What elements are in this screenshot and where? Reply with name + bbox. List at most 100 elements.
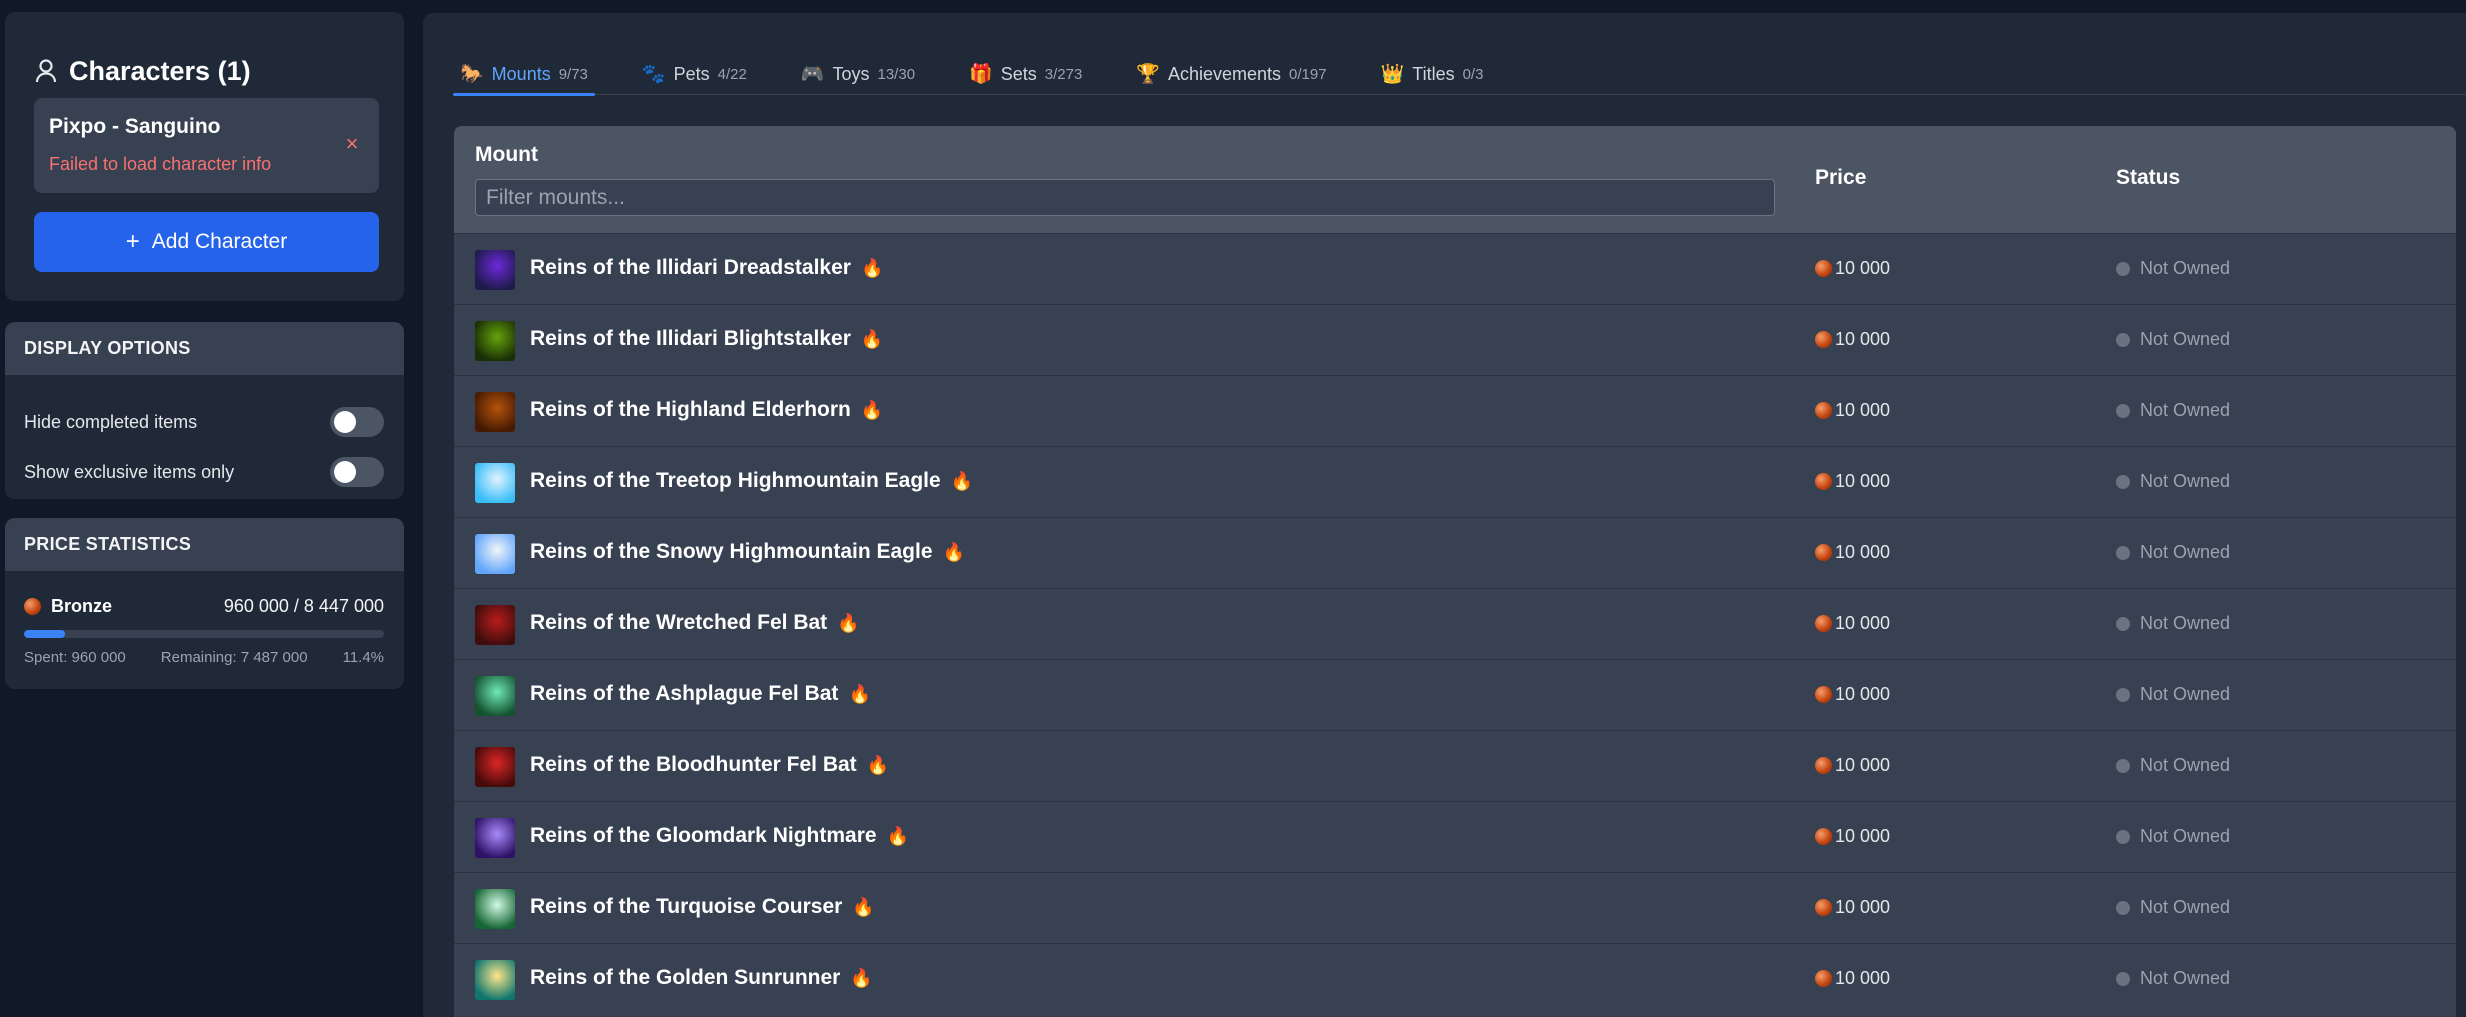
flame-icon: 🔥 bbox=[886, 826, 909, 846]
status-dot-icon bbox=[2116, 332, 2130, 347]
main-content: 🐎 Mounts 9/73 🐾 Pets 4/22 🎮 Toys 13/30 🎁 Sets 3/273… bbox=[423, 13, 2466, 1017]
bronze-coin-icon bbox=[24, 598, 41, 615]
mount-status: Not Owned bbox=[2140, 400, 2231, 420]
bronze-progress-bar bbox=[24, 630, 384, 638]
table-row[interactable]: Reins of the Turquoise Courser 🔥 10 000 Not… bbox=[454, 872, 2456, 943]
mount-price: 10 000 bbox=[1835, 755, 1891, 775]
flame-icon: 🔥 bbox=[837, 613, 860, 633]
mount-name: Reins of the Ashplague Fel Bat bbox=[530, 682, 839, 705]
mount-name: Reins of the Golden Sunrunner bbox=[530, 966, 841, 989]
tab-label: Toys bbox=[832, 63, 870, 84]
bronze-coin-icon bbox=[1815, 473, 1832, 490]
characters-header: Characters (1) bbox=[35, 54, 251, 88]
bronze-coin-icon bbox=[1815, 615, 1832, 632]
status-dot-icon bbox=[2116, 403, 2130, 418]
tab-label: Achievements bbox=[1167, 63, 1282, 84]
mount-price: 10 000 bbox=[1835, 471, 1891, 491]
flame-icon: 🔥 bbox=[848, 684, 871, 704]
mount-thumbnail-image bbox=[475, 463, 515, 503]
mount-name: Reins of the Illidari Blightstalker bbox=[530, 327, 851, 350]
characters-panel: Characters (1) Pixpo - Sanguino Failed t… bbox=[5, 12, 404, 301]
table-row[interactable]: Reins of the Treetop Highmountain Eagle 🔥… bbox=[454, 446, 2456, 517]
mount-thumbnail-image bbox=[475, 250, 515, 290]
mount-thumbnail-image bbox=[475, 747, 515, 787]
flame-icon: 🔥 bbox=[860, 329, 884, 349]
remove-character-close-icon[interactable]: × bbox=[339, 131, 365, 157]
bronze-coin-icon bbox=[1815, 331, 1832, 348]
user-icon bbox=[35, 58, 57, 84]
table-row[interactable]: Reins of the Golden Sunrunner 🔥 10 000 Not … bbox=[454, 943, 2456, 1014]
mount-price: 10 000 bbox=[1835, 684, 1891, 704]
mount-status: Not Owned bbox=[2140, 542, 2231, 562]
tab-pets[interactable]: 🐾 Pets 4/22 bbox=[635, 53, 754, 95]
tab-achievements[interactable]: 🏆 Achievements 0/197 bbox=[1129, 53, 1333, 95]
tab-label: Mounts bbox=[491, 63, 551, 84]
trophy-icon: 🏆 bbox=[1136, 63, 1160, 85]
mount-price: 10 000 bbox=[1835, 897, 1891, 917]
bronze-stats: Spent: 960 000 Remaining: 7 487 000 11.4… bbox=[24, 649, 384, 666]
tab-count: 0/3 bbox=[1462, 65, 1484, 83]
add-character-button[interactable]: + Add Character bbox=[34, 212, 379, 272]
column-header-mount: Mount bbox=[475, 143, 538, 166]
bronze-coin-icon bbox=[1815, 686, 1832, 703]
table-body: Reins of the Illidari Dreadstalker 🔥 10 00… bbox=[454, 233, 2456, 1014]
status-dot-icon bbox=[2116, 545, 2130, 560]
status-dot-icon bbox=[2116, 687, 2130, 702]
bronze-total-value: 960 000 / 8 447 000 bbox=[223, 596, 384, 616]
price-statistics-panel: PRICE STATISTICS Bronze 960 000 / 8 447 … bbox=[5, 518, 404, 689]
mount-price: 10 000 bbox=[1835, 258, 1891, 278]
crown-icon: 👑 bbox=[1380, 63, 1405, 85]
bronze-summary: Bronze 960 000 / 8 447 000 bbox=[24, 596, 384, 617]
option-exclusive-only: Show exclusive items only bbox=[24, 456, 384, 488]
table-row[interactable]: Reins of the Bloodhunter Fel Bat 🔥 10 000 N… bbox=[454, 730, 2456, 801]
mount-thumbnail-image bbox=[475, 818, 515, 858]
mount-price: 10 000 bbox=[1835, 826, 1891, 846]
spent-text: Spent: 960 000 bbox=[24, 649, 126, 666]
display-options-panel: DISPLAY OPTIONS Hide completed items Sho… bbox=[5, 322, 404, 499]
mount-name: Reins of the Illidari Dreadstalker bbox=[530, 256, 851, 279]
bronze-progress-fill bbox=[24, 630, 66, 638]
character-card[interactable]: Pixpo - Sanguino Failed to load characte… bbox=[34, 98, 379, 193]
mount-name: Reins of the Gloomdark Nightmare bbox=[530, 824, 877, 847]
sidebar: Characters (1) Pixpo - Sanguino Failed t… bbox=[0, 0, 410, 1017]
table-row[interactable]: Reins of the Wretched Fel Bat 🔥 10 000 Not … bbox=[454, 588, 2456, 659]
status-dot-icon bbox=[2116, 474, 2130, 489]
table-row[interactable]: Reins of the Gloomdark Nightmare 🔥 10 000 N… bbox=[454, 801, 2456, 872]
status-dot-icon bbox=[2116, 971, 2130, 986]
mount-status: Not Owned bbox=[2140, 968, 2231, 988]
tab-count: 13/30 bbox=[877, 65, 916, 83]
table-row[interactable]: Reins of the Ashplague Fel Bat 🔥 10 000 Not… bbox=[454, 659, 2456, 730]
status-dot-icon bbox=[2116, 829, 2130, 844]
tab-titles[interactable]: 👑 Titles 0/3 bbox=[1374, 53, 1491, 95]
mount-status: Not Owned bbox=[2140, 258, 2231, 278]
mount-thumbnail-image bbox=[475, 960, 515, 1000]
table-row[interactable]: Reins of the Illidari Blightstalker 🔥 10 0… bbox=[454, 304, 2456, 375]
mount-thumbnail-image bbox=[475, 321, 515, 361]
gamepad-icon: 🎮 bbox=[800, 63, 825, 85]
tab-count: 3/273 bbox=[1044, 65, 1083, 83]
collection-tabs: 🐎 Mounts 9/73 🐾 Pets 4/22 🎮 Toys 13/30 🎁 Sets 3/273… bbox=[453, 53, 2466, 96]
table-row[interactable]: Reins of the Snowy Highmountain Eagle 🔥 10… bbox=[454, 517, 2456, 588]
character-name: Pixpo - Sanguino bbox=[49, 115, 221, 138]
table-row[interactable]: Reins of the Illidari Dreadstalker 🔥 10 00… bbox=[454, 233, 2456, 304]
tab-mounts[interactable]: 🐎 Mounts 9/73 bbox=[453, 53, 595, 96]
character-error-message: Failed to load character info bbox=[49, 154, 272, 174]
mount-status: Not Owned bbox=[2140, 329, 2231, 349]
hide-completed-toggle[interactable] bbox=[330, 407, 384, 437]
bronze-coin-icon bbox=[1815, 544, 1832, 561]
tab-sets[interactable]: 🎁 Sets 3/273 bbox=[962, 53, 1089, 95]
exclusive-only-toggle[interactable] bbox=[330, 457, 384, 487]
tab-toys[interactable]: 🎮 Toys 13/30 bbox=[794, 53, 922, 95]
mount-thumbnail-image bbox=[475, 605, 515, 645]
flame-icon: 🔥 bbox=[852, 897, 875, 917]
option-hide-completed: Hide completed items bbox=[24, 406, 384, 438]
paw-icon: 🐾 bbox=[641, 63, 666, 85]
tab-label: Pets bbox=[673, 63, 710, 84]
mount-status: Not Owned bbox=[2140, 755, 2231, 775]
mount-price: 10 000 bbox=[1835, 968, 1891, 988]
flame-icon: 🔥 bbox=[850, 968, 873, 988]
filter-mounts-input[interactable] bbox=[475, 179, 1775, 216]
table-row[interactable]: Reins of the Highland Elderhorn 🔥 10 000 No… bbox=[454, 375, 2456, 446]
flame-icon: 🔥 bbox=[866, 755, 890, 775]
mount-name: Reins of the Snowy Highmountain Eagle bbox=[530, 540, 933, 563]
